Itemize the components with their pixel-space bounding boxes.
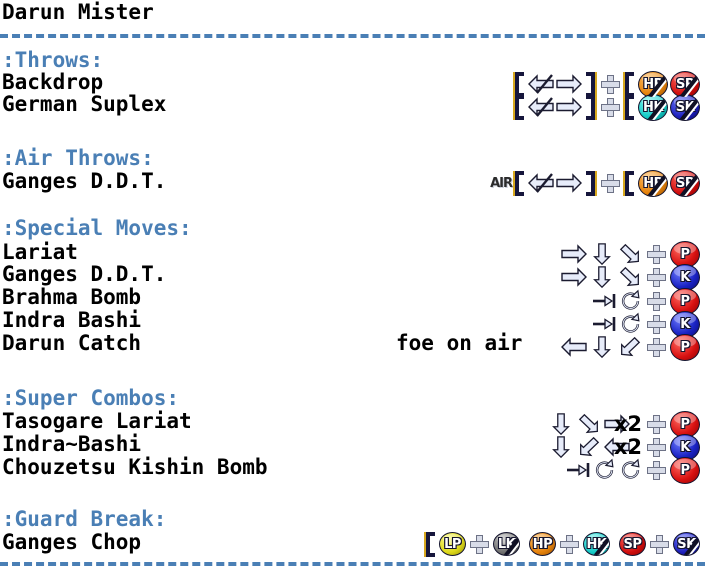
section-heading-air-throws: :Air Throws:	[2, 146, 154, 170]
multiplier-label: x2	[613, 435, 642, 459]
move-name-ganges-chop: Ganges Chop	[2, 530, 142, 554]
bracket-icon	[623, 94, 636, 120]
arrow-to-wall-icon	[593, 294, 616, 308]
arrow-back-slash-icon	[528, 97, 554, 117]
button-sk: SK	[673, 532, 700, 556]
arrow-forward-icon	[561, 267, 587, 287]
arrow-forward-icon	[556, 74, 582, 94]
plus-icon	[647, 437, 666, 457]
move-name-chouzetsu-kishin-bomb: Chouzetsu Kishin Bomb	[2, 455, 268, 479]
button-p: P	[670, 456, 700, 484]
move-note-darun-catch: foe on air	[396, 331, 523, 355]
button-hk: HK	[638, 93, 668, 121]
section-heading-special-moves: :Special Moves:	[2, 216, 192, 240]
bracket-close-icon	[584, 72, 597, 97]
plus-icon	[647, 267, 666, 287]
move-name-darun-catch: Darun Catch	[2, 331, 142, 355]
plus-icon	[470, 534, 489, 554]
rotation-360-icon	[621, 289, 640, 310]
arrow-back-slash-icon	[528, 173, 554, 193]
arrow-down-icon	[551, 436, 570, 459]
arrow-forward-icon	[556, 173, 582, 193]
move-name-brahma-bomb: Brahma Bomb	[2, 285, 142, 309]
button-sk: SK	[670, 93, 700, 121]
button-lp: LP	[439, 532, 466, 556]
move-name-ganges-ddt: Ganges D.D.T.	[2, 262, 167, 286]
arrow-back-slash-icon	[528, 74, 554, 94]
divider-top	[0, 34, 705, 38]
bracket-icon	[623, 170, 636, 196]
move-name-indra-bashi-super: Indra~Bashi	[2, 432, 142, 456]
arrow-down-back-icon	[621, 336, 641, 357]
character-name: Darun Mister	[2, 0, 154, 24]
multiplier-label: x2	[613, 412, 642, 436]
arrow-down-icon	[593, 266, 611, 289]
bracket-icon	[513, 170, 526, 196]
arrow-down-icon	[551, 413, 570, 436]
command-german-suplex: HK SK	[513, 93, 701, 121]
plus-icon	[560, 534, 579, 554]
bracket-icon	[623, 71, 636, 97]
air-tag-label: AIR	[490, 175, 513, 191]
rotation-360-icon	[595, 458, 614, 479]
bracket-close-icon	[584, 171, 597, 196]
arrow-down-icon	[593, 336, 611, 359]
arrow-to-wall-icon	[593, 317, 616, 331]
plus-icon	[650, 534, 669, 554]
button-hp: HP	[529, 532, 556, 556]
move-name-ganges-ddt-air: Ganges D.D.T.	[2, 169, 167, 193]
plus-icon	[647, 314, 666, 334]
arrow-down-forward-icon	[619, 266, 639, 287]
command-ganges-chop: LP LK HP HK SP SK	[424, 531, 701, 557]
arrow-down-forward-icon	[619, 243, 639, 264]
move-name-backdrop: Backdrop	[2, 70, 104, 94]
arrow-down-back-icon	[579, 436, 599, 457]
button-k: K	[670, 263, 700, 291]
move-name-tasogare-lariat: Tasogare Lariat	[2, 409, 192, 433]
plus-icon	[647, 337, 666, 357]
plus-icon	[647, 460, 666, 480]
plus-icon	[647, 414, 666, 434]
plus-icon	[601, 74, 620, 94]
plus-icon	[601, 97, 620, 117]
button-hp: HP	[638, 169, 668, 197]
command-chouzetsu-kishin-bomb: P	[566, 456, 701, 484]
section-heading-throws: :Throws:	[2, 48, 104, 72]
button-sp: SP	[619, 532, 646, 556]
plus-icon	[647, 291, 666, 311]
arrow-to-wall-icon	[567, 463, 590, 477]
rotation-360-icon	[621, 458, 640, 479]
move-name-german-suplex: German Suplex	[2, 92, 167, 116]
command-ganges-ddt: K	[560, 263, 701, 291]
command-ganges-ddt-air: AIR HP SP	[490, 169, 701, 197]
plus-icon	[647, 244, 666, 264]
section-heading-super-combos: :Super Combos:	[2, 386, 180, 410]
movelist-page: Darun Mister :Throws: Backdrop HP SP Ger…	[0, 0, 705, 576]
button-sp: SP	[670, 169, 700, 197]
bracket-icon	[513, 94, 526, 120]
button-lk: LK	[493, 532, 520, 556]
button-hk: HK	[583, 532, 610, 556]
arrow-forward-icon	[556, 97, 582, 117]
plus-icon	[601, 173, 620, 193]
bracket-icon	[424, 531, 437, 557]
arrow-forward-icon	[561, 244, 587, 264]
section-heading-guard-break: :Guard Break:	[2, 507, 167, 531]
rotation-360-icon	[621, 312, 640, 333]
move-name-lariat: Lariat	[2, 240, 78, 264]
button-p: P	[670, 333, 700, 361]
divider-bottom	[0, 562, 705, 566]
command-darun-catch: P	[560, 333, 701, 361]
move-name-indra-bashi: Indra Bashi	[2, 308, 142, 332]
bracket-close-icon	[584, 95, 597, 120]
arrow-back-icon	[561, 337, 587, 357]
arrow-down-icon	[593, 243, 611, 266]
bracket-icon	[513, 71, 526, 97]
arrow-down-forward-icon	[578, 413, 598, 434]
